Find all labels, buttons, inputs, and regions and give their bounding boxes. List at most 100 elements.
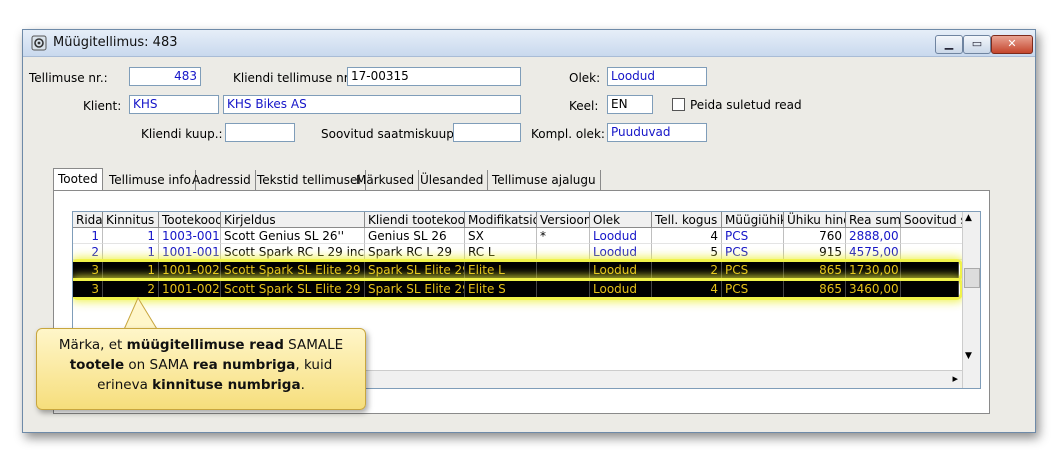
cell-kirjeldus[interactable]: Scott Spark SL Elite 29 inc bbox=[221, 262, 365, 278]
header-modifikatsioon[interactable]: Modifikatsioo bbox=[465, 212, 537, 228]
cell-rea-summa[interactable]: 4575,00 bbox=[846, 244, 901, 260]
callout-text-1: Märka, et bbox=[58, 337, 127, 353]
cell-versioon[interactable]: * bbox=[537, 228, 590, 244]
cell-muugiuhik[interactable]: PCS bbox=[722, 244, 784, 260]
header-rea-summa[interactable]: Rea summ bbox=[846, 212, 901, 228]
cell-muugiuhik[interactable]: PCS bbox=[722, 262, 784, 278]
cell-tootekood[interactable]: 1001-002 bbox=[159, 262, 221, 278]
cell-tootekood[interactable]: 1001-001 bbox=[159, 244, 221, 260]
close-button[interactable]: ✕ bbox=[991, 35, 1033, 54]
header-kinnitus[interactable]: Kinnitus bbox=[103, 212, 159, 228]
cell-olek[interactable]: Loodud bbox=[590, 262, 652, 278]
cell-kliendi-tootekood[interactable]: Spark SL Elite 29 bbox=[365, 281, 465, 297]
header-kliendi-tootekood[interactable]: Kliendi tootekood bbox=[365, 212, 465, 228]
cell-kirjeldus[interactable]: Scott Spark RC L 29 inch bbox=[221, 244, 365, 260]
desired-ship-field[interactable] bbox=[453, 123, 521, 142]
tab-markused[interactable]: Märkused bbox=[352, 170, 420, 192]
scroll-down-icon[interactable]: ▼ bbox=[965, 351, 972, 361]
cell-versioon[interactable] bbox=[537, 244, 590, 260]
cell-uhiku-hind[interactable]: 865 bbox=[784, 262, 846, 278]
cell-rida[interactable]: 2 bbox=[73, 244, 103, 260]
header-tootekood[interactable]: Tootekood bbox=[159, 212, 221, 228]
cell-kinnitus[interactable]: 1 bbox=[103, 244, 159, 260]
cell-modifikatsioon[interactable]: Elite S bbox=[465, 281, 537, 297]
client-order-no-field[interactable]: 17-00315 bbox=[347, 67, 521, 86]
cell-uhiku-hind[interactable]: 760 bbox=[784, 228, 846, 244]
cell-soovitud-saatmine[interactable] bbox=[901, 281, 959, 297]
tab-tellimuse-ajalugu[interactable]: Tellimuse ajalugu bbox=[488, 170, 601, 192]
cell-modifikatsioon[interactable]: SX bbox=[465, 228, 537, 244]
client-purchase-field[interactable] bbox=[225, 123, 295, 142]
client-name-field[interactable]: KHS Bikes AS bbox=[223, 95, 521, 114]
app-icon bbox=[31, 35, 47, 51]
callout-bold-1: müügitellimuse read bbox=[126, 337, 284, 353]
language-field[interactable]: EN bbox=[607, 95, 653, 114]
cell-versioon[interactable] bbox=[537, 262, 590, 278]
callout-bold-2: tootele bbox=[69, 357, 125, 373]
cell-kinnitus[interactable]: 1 bbox=[103, 228, 159, 244]
hide-closed-checkbox[interactable] bbox=[672, 98, 685, 111]
status-field[interactable]: Loodud bbox=[607, 67, 707, 86]
cell-tell-kogus[interactable]: 4 bbox=[652, 281, 722, 297]
header-kirjeldus[interactable]: Kirjeldus bbox=[221, 212, 365, 228]
callout-text-3: on SAMA bbox=[124, 357, 193, 373]
header-versioon[interactable]: Versioon bbox=[537, 212, 590, 228]
cell-olek[interactable]: Loodud bbox=[590, 281, 652, 297]
maximize-button[interactable]: ▭ bbox=[963, 35, 991, 54]
header-tell-kogus[interactable]: Tell. kogus bbox=[652, 212, 722, 228]
cell-olek[interactable]: Loodud bbox=[590, 228, 652, 244]
cell-tell-kogus[interactable]: 5 bbox=[652, 244, 722, 260]
cell-muugiuhik[interactable]: PCS bbox=[722, 281, 784, 297]
cell-kinnitus[interactable]: 1 bbox=[103, 262, 159, 278]
cell-rida[interactable]: 1 bbox=[73, 228, 103, 244]
cell-kinnitus[interactable]: 2 bbox=[103, 281, 159, 297]
cell-kliendi-tootekood[interactable]: Genius SL 26 bbox=[365, 228, 465, 244]
minimize-button[interactable]: ▁ bbox=[935, 35, 963, 54]
cell-soovitud-saatmine[interactable] bbox=[901, 228, 963, 244]
cell-muugiuhik[interactable]: PCS bbox=[722, 228, 784, 244]
tab-tekstid-tellimusel[interactable]: Tekstid tellimusel bbox=[253, 170, 366, 192]
cell-tell-kogus[interactable]: 2 bbox=[652, 262, 722, 278]
cell-rea-summa[interactable]: 2888,00 bbox=[846, 228, 901, 244]
header-soovitud-saatmine[interactable]: Soovitud saa bbox=[901, 212, 963, 228]
cell-rida[interactable]: 3 bbox=[73, 281, 103, 297]
scroll-thumb[interactable] bbox=[964, 268, 980, 288]
cell-soovitud-saatmine[interactable] bbox=[901, 244, 963, 260]
tab-ulesanded[interactable]: Ülesanded bbox=[416, 170, 489, 192]
title-bar: Müügitellimus: 483 ▁ ▭ ✕ bbox=[23, 30, 1035, 57]
cell-tell-kogus[interactable]: 4 bbox=[652, 228, 722, 244]
cell-olek[interactable]: Loodud bbox=[590, 244, 652, 260]
order-no-field[interactable]: 483 bbox=[129, 67, 201, 86]
cell-rea-summa[interactable]: 1730,00 bbox=[846, 262, 901, 278]
cell-tootekood[interactable]: 1003-001 bbox=[159, 228, 221, 244]
language-label: Keel: bbox=[569, 99, 599, 113]
cell-kirjeldus[interactable]: Scott Genius SL 26'' bbox=[221, 228, 365, 244]
client-purchase-label: Kliendi kuup.: bbox=[141, 127, 223, 141]
cell-soovitud-saatmine[interactable] bbox=[901, 262, 959, 278]
cell-kliendi-tootekood[interactable]: Spark SL Elite 29 bbox=[365, 262, 465, 278]
tab-aadressid[interactable]: Aadressid bbox=[188, 170, 256, 192]
cell-rida[interactable]: 3 bbox=[73, 262, 103, 278]
cell-versioon[interactable] bbox=[537, 281, 590, 297]
cell-modifikatsioon[interactable]: Elite L bbox=[465, 262, 537, 278]
scroll-up-icon[interactable]: ▲ bbox=[965, 213, 972, 223]
desired-ship-label: Soovitud saatmiskuup.: bbox=[321, 127, 462, 141]
cell-tootekood[interactable]: 1001-002 bbox=[159, 281, 221, 297]
tab-tellimuse-info[interactable]: Tellimuse info bbox=[105, 170, 196, 192]
header-rida[interactable]: Rida bbox=[73, 212, 103, 228]
cell-uhiku-hind[interactable]: 915 bbox=[784, 244, 846, 260]
cell-uhiku-hind[interactable]: 865 bbox=[784, 281, 846, 297]
vertical-scrollbar[interactable]: ▲ ▼ bbox=[962, 212, 980, 388]
cell-kirjeldus[interactable]: Scott Spark SL Elite 29 inc bbox=[221, 281, 365, 297]
client-label: Klient: bbox=[83, 99, 122, 113]
header-muugiuhik[interactable]: Müügiühik bbox=[722, 212, 784, 228]
completion-status-field[interactable]: Puuduvad bbox=[607, 123, 707, 142]
callout-text-5: erineva bbox=[97, 377, 153, 393]
header-uhiku-hind[interactable]: Ühiku hind bbox=[784, 212, 846, 228]
cell-kliendi-tootekood[interactable]: Spark RC L 29 bbox=[365, 244, 465, 260]
cell-rea-summa[interactable]: 3460,00 bbox=[846, 281, 901, 297]
client-code-field[interactable]: KHS bbox=[129, 95, 219, 114]
cell-modifikatsioon[interactable]: RC L bbox=[465, 244, 537, 260]
header-olek[interactable]: Olek bbox=[590, 212, 652, 228]
scroll-right-icon[interactable]: ▸ bbox=[952, 372, 958, 385]
